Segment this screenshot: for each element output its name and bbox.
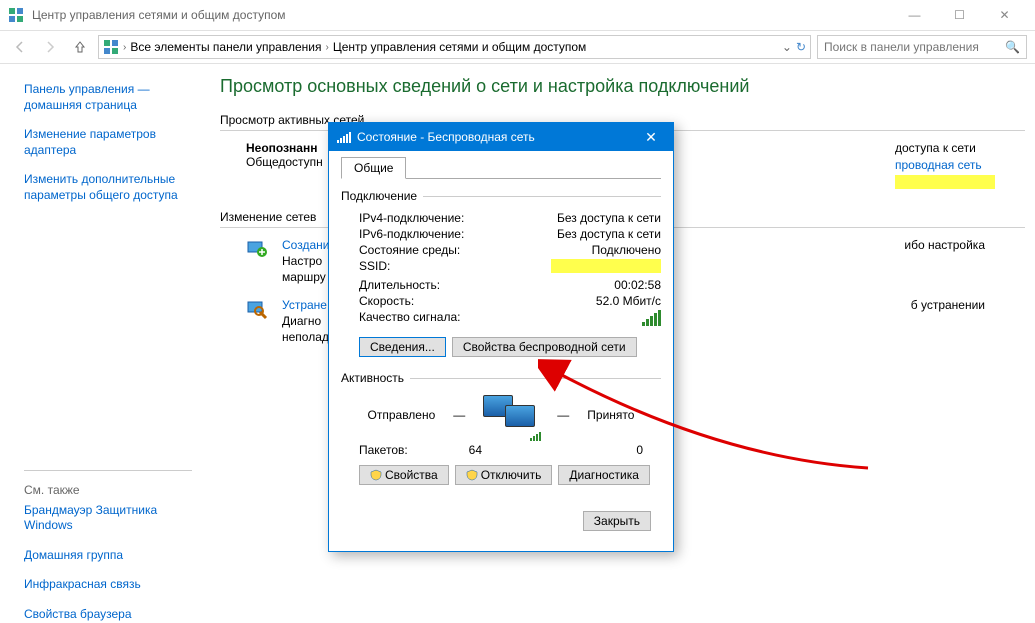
window-titlebar: Центр управления сетями и общим доступом… xyxy=(0,0,1035,30)
packets-label: Пакетов: xyxy=(359,443,408,457)
signal-icon xyxy=(337,132,351,143)
diagnose-button[interactable]: Диагностика xyxy=(558,465,650,485)
window-title: Центр управления сетями и общим доступом xyxy=(32,8,892,22)
monitors-icon xyxy=(483,395,539,435)
dialog-close-button[interactable]: ✕ xyxy=(637,129,665,146)
action-create-tail: ибо настройка xyxy=(904,238,985,284)
group-connection: Подключение IPv4-подключение:Без доступа… xyxy=(341,189,661,361)
refresh-icon[interactable]: ↻ xyxy=(796,40,806,54)
dialog-titlebar[interactable]: Состояние - Беспроводная сеть ✕ xyxy=(329,123,673,151)
status-dialog: Состояние - Беспроводная сеть ✕ Общие По… xyxy=(328,122,674,552)
dialog-title: Состояние - Беспроводная сеть xyxy=(357,130,637,144)
shield-icon xyxy=(466,469,478,481)
ssid-label: SSID: xyxy=(359,259,531,276)
activity-dash: — xyxy=(557,408,569,422)
action-trouble-tail: б устранении xyxy=(911,298,985,344)
disable-button[interactable]: Отключить xyxy=(455,465,553,485)
action-create-connection[interactable]: Создани xyxy=(282,238,329,252)
sent-label: Отправлено xyxy=(368,408,436,422)
tab-general[interactable]: Общие xyxy=(341,157,406,179)
sidebar: Панель управления — домашняя страница Из… xyxy=(0,64,210,584)
back-button[interactable] xyxy=(8,35,32,59)
dialog-tabs: Общие xyxy=(341,157,661,179)
sidebar-link-homegroup[interactable]: Домашняя группа xyxy=(24,548,192,564)
control-panel-icon xyxy=(103,39,119,55)
network-access-line: доступа к сети xyxy=(895,141,995,155)
recv-label: Принято xyxy=(587,408,634,422)
properties-button[interactable]: Свойства xyxy=(359,465,449,485)
signal-bars-icon xyxy=(642,310,661,326)
new-connection-icon xyxy=(246,238,274,284)
activity-dash: — xyxy=(453,408,465,422)
search-input[interactable] xyxy=(824,40,1005,54)
details-button[interactable]: Сведения... xyxy=(359,337,446,357)
breadcrumb-seg2[interactable]: Центр управления сетями и общим доступом xyxy=(333,40,587,54)
packets-sent: 64 xyxy=(408,443,543,457)
toolbar: › Все элементы панели управления › Центр… xyxy=(0,30,1035,64)
media-value: Подключено xyxy=(531,243,661,257)
sidebar-link-infrared[interactable]: Инфракрасная связь xyxy=(24,577,192,593)
redacted-highlight xyxy=(895,175,995,189)
search-box[interactable]: 🔍 xyxy=(817,35,1027,59)
ipv6-label: IPv6-подключение: xyxy=(359,227,531,241)
group-activity: Активность Отправлено — — Принято Пакето… xyxy=(341,371,661,495)
close-button[interactable]: ✕ xyxy=(982,0,1027,30)
minimize-button[interactable]: — xyxy=(892,0,937,30)
breadcrumb[interactable]: › Все элементы панели управления › Центр… xyxy=(98,35,811,59)
network-name: Неопознанн xyxy=(246,141,323,155)
speed-label: Скорость: xyxy=(359,294,531,308)
network-connection-link[interactable]: проводная сеть xyxy=(895,158,982,172)
maximize-button[interactable]: ☐ xyxy=(937,0,982,30)
ipv6-value: Без доступа к сети xyxy=(531,227,661,241)
see-also-label: См. также xyxy=(24,483,192,497)
sidebar-link-firewall[interactable]: Брандмауэр Защитника Windows xyxy=(24,503,192,534)
action-troubleshoot[interactable]: Устране xyxy=(282,298,327,312)
search-icon[interactable]: 🔍 xyxy=(1005,40,1020,54)
duration-value: 00:02:58 xyxy=(531,278,661,292)
chevron-right-icon: › xyxy=(325,42,328,53)
packets-recv: 0 xyxy=(583,443,643,457)
troubleshoot-icon xyxy=(246,298,274,344)
up-button[interactable] xyxy=(68,35,92,59)
duration-label: Длительность: xyxy=(359,278,531,292)
sidebar-link-sharing[interactable]: Изменить дополнительные параметры общего… xyxy=(24,172,192,203)
shield-icon xyxy=(370,469,382,481)
action-create-desc: Настро xyxy=(282,254,329,268)
forward-button[interactable] xyxy=(38,35,62,59)
app-icon xyxy=(8,7,24,23)
breadcrumb-seg1[interactable]: Все элементы панели управления xyxy=(130,40,321,54)
speed-value: 52.0 Мбит/с xyxy=(531,294,661,308)
network-category: Общедоступн xyxy=(246,155,323,169)
dropdown-icon[interactable]: ⌄ xyxy=(782,40,792,54)
sidebar-link-adapter[interactable]: Изменение параметров адаптера xyxy=(24,127,192,158)
wireless-properties-button[interactable]: Свойства беспроводной сети xyxy=(452,337,637,357)
sidebar-link-home[interactable]: Панель управления — домашняя страница xyxy=(24,82,192,113)
signal-label: Качество сигнала: xyxy=(359,310,531,329)
sidebar-link-browser[interactable]: Свойства браузера xyxy=(24,607,192,623)
page-title: Просмотр основных сведений о сети и наст… xyxy=(220,76,1025,97)
ssid-redacted xyxy=(551,259,661,273)
ipv4-label: IPv4-подключение: xyxy=(359,211,531,225)
media-label: Состояние среды: xyxy=(359,243,531,257)
close-dialog-button[interactable]: Закрыть xyxy=(583,511,651,531)
chevron-right-icon: › xyxy=(123,42,126,53)
ipv4-value: Без доступа к сети xyxy=(531,211,661,225)
